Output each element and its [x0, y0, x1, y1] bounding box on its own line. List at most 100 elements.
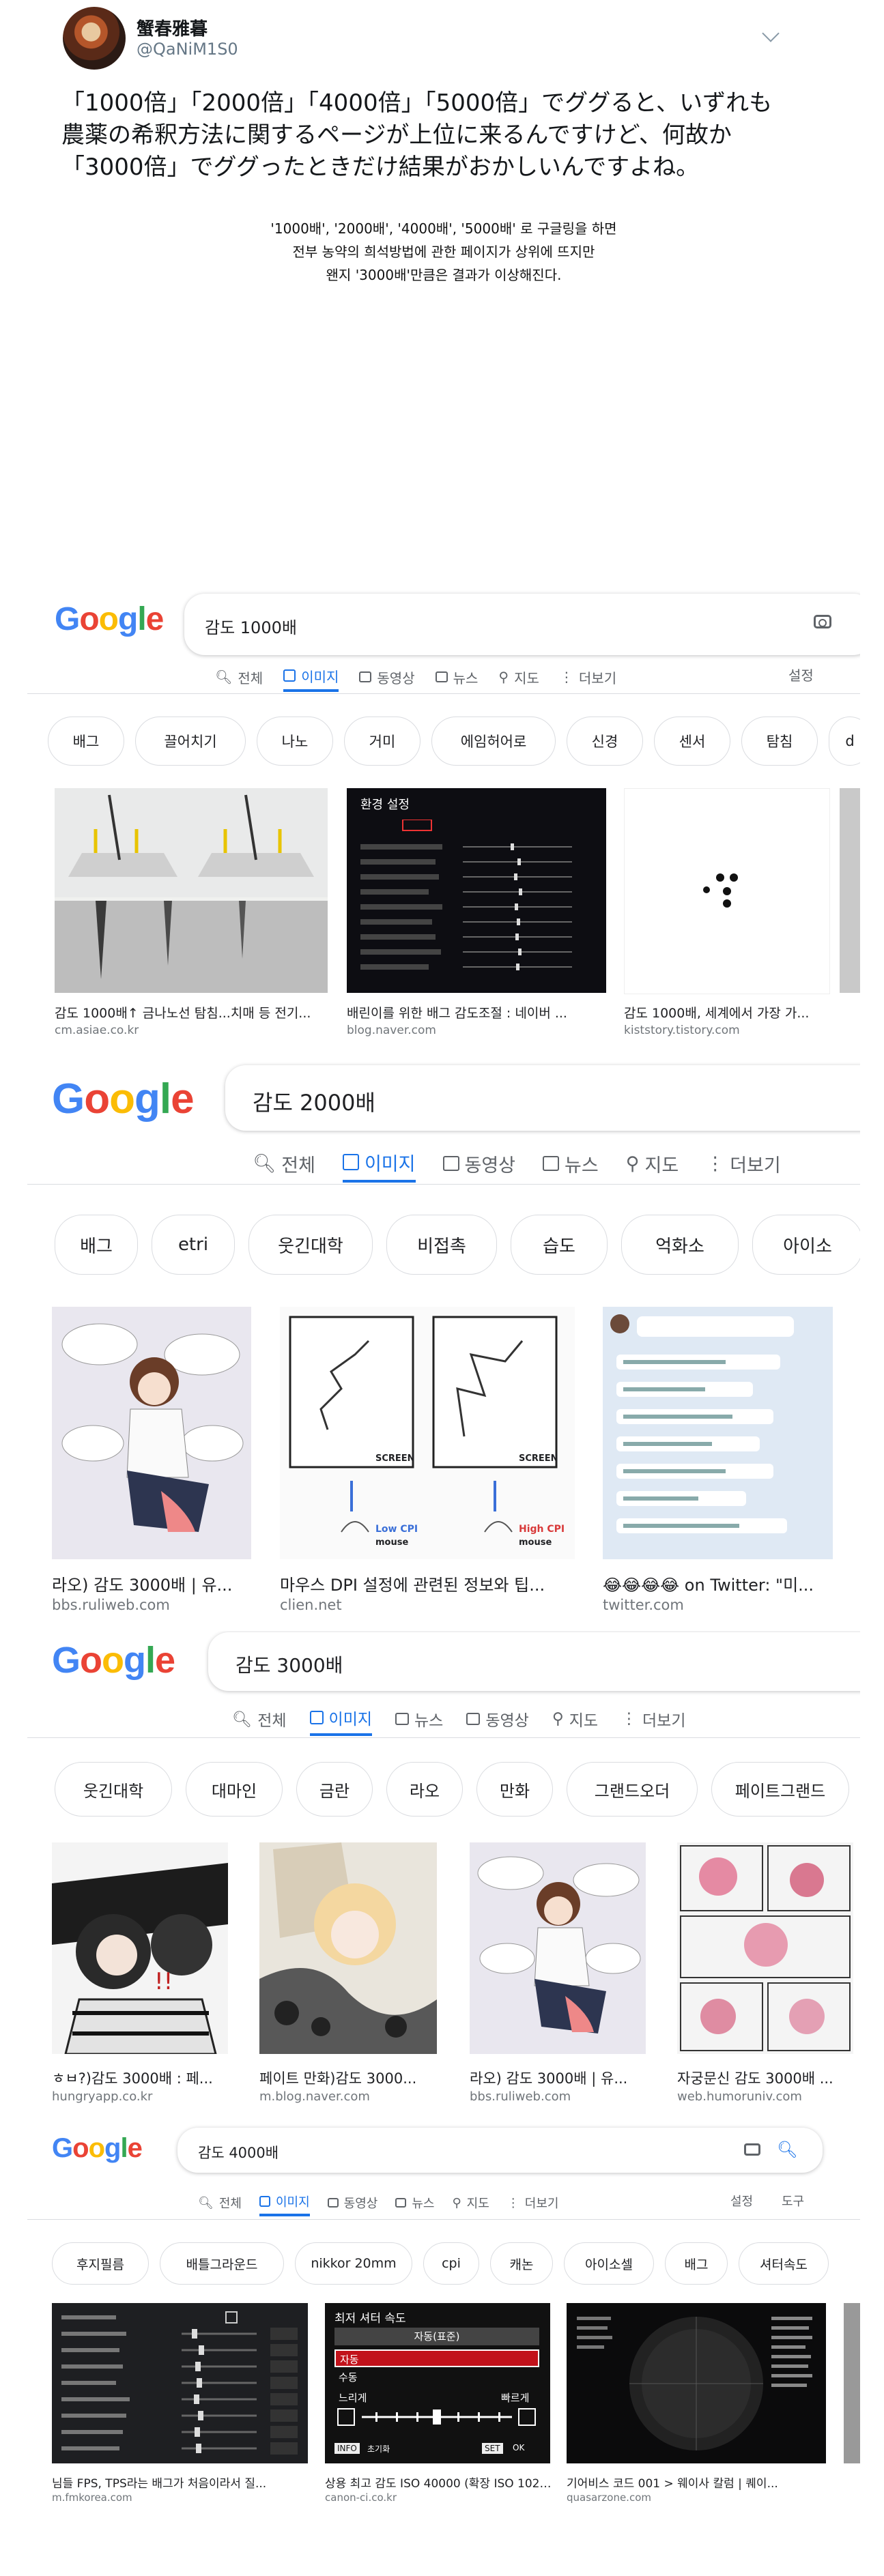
- chip[interactable]: 금란: [296, 1762, 373, 1817]
- result-thumbnail[interactable]: [567, 2303, 826, 2463]
- tab-all[interactable]: 🔍︎ 전체: [253, 1144, 315, 1183]
- camera-icon[interactable]: [744, 2143, 760, 2156]
- user-handle[interactable]: @QaNiM1S0: [137, 40, 238, 59]
- chip[interactable]: 나노: [257, 717, 333, 766]
- result-thumbnail[interactable]: 최저 셔터 속도 자동(표준) 자동 수동 느리게 빠르게 INFO 초기화 S…: [325, 2303, 550, 2463]
- search-box[interactable]: 감도 4000배 🔍︎: [177, 2128, 823, 2173]
- result-caption[interactable]: 감도 1000배↑ 금나노선 탐침...치매 등 전기...: [55, 1003, 328, 1022]
- camera-icon[interactable]: [814, 615, 831, 628]
- tab-news[interactable]: 뉴스: [395, 2189, 434, 2216]
- settings-link[interactable]: 설정: [788, 665, 814, 684]
- google-logo[interactable]: Google: [52, 1639, 175, 1681]
- result-caption[interactable]: 배린이를 위한 배그 감도조절 : 네이버 ...: [347, 1003, 606, 1022]
- search-input[interactable]: 감도 1000배: [205, 614, 297, 638]
- chip[interactable]: 배그: [665, 2242, 728, 2285]
- chip[interactable]: 배틀그라운드: [160, 2242, 284, 2285]
- chip[interactable]: 웃긴대학: [55, 1762, 172, 1817]
- tab-images[interactable]: 이미지: [283, 662, 339, 692]
- search-box[interactable]: 감도 3000배: [208, 1632, 860, 1691]
- tab-more[interactable]: ⋮ 더보기: [560, 662, 616, 692]
- result-thumbnail[interactable]: [55, 788, 328, 993]
- tab-videos[interactable]: 동영상: [359, 662, 415, 692]
- result-caption[interactable]: 자궁문신 감도 3000배 ...: [677, 2068, 853, 2088]
- result-caption[interactable]: 마우스 DPI 설정에 관련된 정보와 팁...: [280, 1572, 575, 1595]
- settings-link[interactable]: 설정: [730, 2192, 753, 2210]
- chip[interactable]: 배그: [48, 717, 124, 766]
- tab-images[interactable]: 이미지: [309, 1702, 373, 1736]
- chip[interactable]: 탐침: [741, 717, 818, 766]
- tab-maps[interactable]: ⚲ 지도: [498, 662, 539, 692]
- chip[interactable]: 라오: [386, 1762, 463, 1817]
- result-thumbnail[interactable]: [52, 1307, 251, 1559]
- chip[interactable]: 캐논: [490, 2242, 553, 2285]
- tab-maps[interactable]: ⚲ 지도: [626, 1144, 679, 1183]
- chip[interactable]: 아이소셀: [564, 2242, 654, 2285]
- tab-news[interactable]: 뉴스: [435, 662, 478, 692]
- chip[interactable]: 만화: [476, 1762, 553, 1817]
- chip[interactable]: 셔터속도: [739, 2242, 829, 2285]
- google-logo[interactable]: Google: [52, 2133, 143, 2164]
- tab-images[interactable]: 이미지: [342, 1144, 416, 1183]
- avatar[interactable]: [63, 7, 126, 70]
- result-thumbnail[interactable]: [844, 2303, 860, 2463]
- tab-news[interactable]: 뉴스: [543, 1144, 599, 1183]
- chip[interactable]: 신경: [567, 717, 643, 766]
- result-caption[interactable]: ㅎㅂ?)감도 3000배 : 페...: [52, 2068, 228, 2088]
- chip[interactable]: 끌어치기: [135, 717, 246, 766]
- chip[interactable]: 웃긴대학: [248, 1215, 373, 1275]
- result-caption[interactable]: 기어비스 코드 001 > 웨이사 칼럼 | 퀘이...: [567, 2474, 826, 2491]
- chip[interactable]: 거미: [344, 717, 420, 766]
- chip[interactable]: d: [829, 717, 860, 766]
- result-caption[interactable]: 라오) 감도 3000배 | 유...: [470, 2068, 646, 2088]
- chip[interactable]: nikkor 20mm: [295, 2242, 412, 2285]
- chip[interactable]: etri: [152, 1215, 235, 1275]
- result-caption[interactable]: 상용 최고 감도 ISO 40000 (확장 ISO 102400): [325, 2474, 557, 2491]
- chip[interactable]: cpi: [423, 2242, 479, 2285]
- result-thumbnail[interactable]: [677, 1842, 853, 2054]
- result-thumbnail[interactable]: [840, 788, 860, 993]
- result-thumbnail[interactable]: [603, 1307, 833, 1559]
- search-input[interactable]: 감도 3000배: [236, 1651, 343, 1678]
- chip[interactable]: 페이트그랜드: [711, 1762, 849, 1817]
- result-thumbnail[interactable]: !!: [52, 1842, 228, 2054]
- tab-maps[interactable]: ⚲ 지도: [452, 2189, 489, 2216]
- chip[interactable]: 습도: [511, 1215, 608, 1275]
- result-caption[interactable]: 라오) 감도 3000배 | 유...: [52, 1572, 251, 1595]
- tab-maps[interactable]: ⚲ 지도: [552, 1702, 598, 1736]
- result-thumbnail[interactable]: [52, 2303, 308, 2463]
- search-icon[interactable]: 🔍︎: [777, 2140, 797, 2159]
- search-box[interactable]: 감도 1000배: [184, 594, 860, 655]
- chip[interactable]: 그랜드오더: [567, 1762, 698, 1817]
- google-logo[interactable]: Google: [52, 1075, 195, 1123]
- tab-more[interactable]: ⋮ 더보기: [621, 1702, 685, 1736]
- tab-more[interactable]: ⋮ 더보기: [706, 1144, 781, 1183]
- search-box[interactable]: 감도 2000배: [225, 1065, 860, 1131]
- result-thumbnail[interactable]: [624, 788, 830, 994]
- display-name[interactable]: 蟹春雅暮: [137, 15, 208, 40]
- chip[interactable]: 아이소: [752, 1215, 860, 1275]
- result-thumbnail[interactable]: SCREEN SCREEN Low CPI High CPI mouse mou…: [280, 1307, 575, 1559]
- tab-videos[interactable]: 동영상: [466, 1702, 529, 1736]
- chip[interactable]: 센서: [654, 717, 730, 766]
- result-caption[interactable]: 페이트 만화)감도 3000...: [259, 2068, 437, 2088]
- tab-videos[interactable]: 동영상: [442, 1144, 515, 1183]
- tab-news[interactable]: 뉴스: [395, 1702, 443, 1736]
- chip[interactable]: 배그: [55, 1215, 138, 1275]
- chip[interactable]: 비접촉: [386, 1215, 497, 1275]
- google-logo[interactable]: Google: [55, 600, 164, 638]
- result-thumbnail[interactable]: [259, 1842, 437, 2054]
- tab-images[interactable]: 이미지: [259, 2189, 310, 2216]
- tab-more[interactable]: ⋮ 더보기: [507, 2189, 559, 2216]
- chip[interactable]: 억화소: [621, 1215, 739, 1275]
- result-caption[interactable]: 감도 1000배, 세계에서 가장 가...: [624, 1003, 829, 1022]
- chip[interactable]: 후지필름: [52, 2242, 149, 2285]
- result-thumbnail[interactable]: [470, 1842, 646, 2054]
- search-input[interactable]: 감도 4000배: [198, 2142, 279, 2162]
- chip[interactable]: 에임허어로: [431, 717, 556, 766]
- search-input[interactable]: 감도 2000배: [253, 1086, 375, 1117]
- tab-all[interactable]: 🔍︎ 전체: [198, 2189, 242, 2216]
- result-caption[interactable]: 님들 FPS, TPS라는 배그가 처음이라서 질...: [52, 2474, 308, 2491]
- tab-all[interactable]: 🔍︎ 전체: [215, 662, 263, 692]
- tab-videos[interactable]: 동영상: [327, 2189, 377, 2216]
- result-thumbnail[interactable]: 환경 설정: [347, 788, 606, 993]
